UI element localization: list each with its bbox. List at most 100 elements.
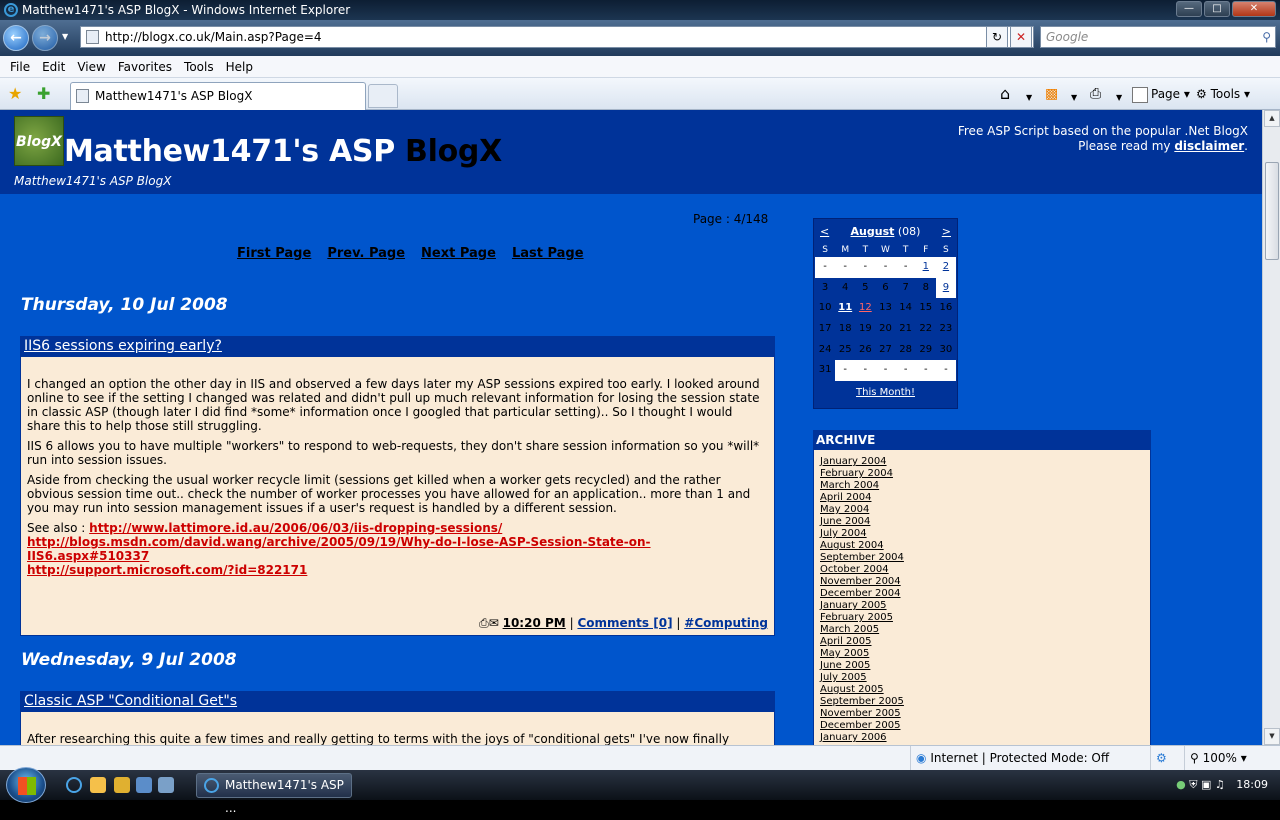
stop-button[interactable]: ✕ [1010,26,1032,48]
print-post-icon[interactable]: ⎙ [479,616,489,630]
post-title-link[interactable]: IIS6 sessions expiring early? [24,338,222,354]
post-time-link[interactable]: 10:20 PM [503,616,566,630]
site-title[interactable]: Matthew1471's ASP BlogX [64,134,502,169]
archive-month-link[interactable]: September 2004 [820,552,904,563]
archive-month-link[interactable]: July 2005 [820,672,867,683]
archive-month-link[interactable]: May 2005 [820,648,869,659]
start-button[interactable] [6,767,46,803]
tools-menu[interactable]: ⚙ Tools ▾ [1196,84,1250,104]
search-icon[interactable]: ⚲ [1262,27,1271,47]
zoom-control[interactable]: ⚲ 100% ▾ [1184,746,1264,770]
forward-button[interactable]: → [32,25,58,51]
scroll-thumb[interactable] [1265,162,1279,260]
prev-page-link[interactable]: Prev. Page [327,246,405,261]
home-icon[interactable]: ⌂ [1000,84,1010,104]
history-dropdown-icon[interactable]: ▼ [62,32,68,41]
rss-feed-icon[interactable]: ▩ [1045,84,1058,104]
user-icon[interactable]: ● [1176,778,1186,791]
archive-month-link[interactable]: February 2004 [820,468,893,479]
prev-month-link[interactable]: < [820,225,829,238]
maximize-button[interactable]: □ [1204,1,1230,17]
last-page-link[interactable]: Last Page [512,246,584,261]
calendar-day[interactable]: 9 [935,277,956,299]
archive-month-link[interactable]: January 2004 [820,456,887,467]
category-link[interactable]: #Computing [684,616,768,630]
reference-link[interactable]: http://support.microsoft.com/?id=822171 [27,563,307,577]
archive-month-link[interactable]: December 2005 [820,720,900,731]
reference-link[interactable]: http://www.lattimore.id.au/2006/06/03/ii… [89,521,502,535]
post-title-link[interactable]: Classic ASP "Conditional Get"s [24,693,237,709]
archive-month-link[interactable]: August 2005 [820,684,884,695]
disclaimer-link[interactable]: disclaimer [1174,139,1244,153]
messenger-quicklaunch-icon[interactable] [90,777,106,793]
scroll-up-button[interactable]: ▲ [1264,110,1280,127]
month-link[interactable]: August [851,225,895,238]
menu-help[interactable]: Help [220,56,259,77]
favorites-star-icon[interactable]: ★ [8,84,22,103]
menu-favorites[interactable]: Favorites [112,56,178,77]
close-button[interactable]: ✕ [1232,1,1276,17]
calendar-day: 31 [818,364,832,376]
calendar-day[interactable]: 1 [915,257,936,278]
archive-month-link[interactable]: November 2005 [820,708,901,719]
refresh-button[interactable]: ↻ [986,26,1008,48]
archive-month-link[interactable]: August 2004 [820,540,884,551]
feed-dropdown-icon[interactable]: ▼ [1071,88,1077,108]
page-menu[interactable]: Page ▾ [1132,84,1190,104]
archive-month-link[interactable]: September 2005 [820,696,904,707]
print-icon[interactable]: ⎙ [1090,84,1101,104]
archive-month-link[interactable]: June 2005 [820,660,870,671]
minimize-button[interactable]: — [1176,1,1202,17]
next-month-link[interactable]: > [942,225,951,238]
address-bar[interactable]: http://blogx.co.uk/Main.asp?Page=4 ▼ [80,26,1034,48]
menu-file[interactable]: File [4,56,36,77]
taskbar-item-ie[interactable]: Matthew1471's ASP ... [196,773,352,815]
email-post-icon[interactable]: ✉ [489,616,499,630]
home-dropdown-icon[interactable]: ▼ [1026,88,1032,108]
menu-view[interactable]: View [71,56,111,77]
clock[interactable]: 18:09 [1236,778,1268,791]
archive-item: December 2005 [820,720,1150,732]
calendar-day[interactable]: 12 [855,298,875,319]
next-page-link[interactable]: Next Page [421,246,496,261]
archive-month-link[interactable]: June 2004 [820,516,870,527]
back-button[interactable]: ← [3,25,29,51]
switch-windows-icon[interactable] [158,777,174,793]
shield-icon[interactable]: ⛨ [1189,778,1197,791]
archive-month-link[interactable]: May 2004 [820,504,869,515]
archive-month-link[interactable]: April 2005 [820,636,871,647]
archive-month-link[interactable]: January 2006 [820,732,887,743]
add-favorite-icon[interactable]: ✚ [37,84,50,103]
first-page-link[interactable]: First Page [237,246,311,261]
archive-month-link[interactable]: February 2005 [820,612,893,623]
comments-link[interactable]: Comments [0] [577,616,672,630]
reference-link[interactable]: http://blogs.msdn.com/david.wang/archive… [27,535,651,563]
calendar-day: 21 [899,323,912,335]
print-dropdown-icon[interactable]: ▼ [1116,88,1122,108]
tab-active[interactable]: Matthew1471's ASP BlogX [70,82,366,110]
protected-mode-icon[interactable]: ⚙ [1150,746,1180,770]
calendar-day[interactable]: 2 [935,257,956,278]
network-icon[interactable]: ▣ [1201,778,1211,791]
archive-month-link[interactable]: April 2004 [820,492,871,503]
archive-month-link[interactable]: December 2004 [820,588,900,599]
archive-month-link[interactable]: November 2004 [820,576,901,587]
menu-edit[interactable]: Edit [36,56,71,77]
ie-quicklaunch-icon[interactable] [66,777,82,793]
calendar-day[interactable]: 11 [835,298,855,319]
menu-tools[interactable]: Tools [178,56,220,77]
this-month-link[interactable]: This Month! [856,387,915,398]
vertical-scrollbar[interactable]: ▲ ▼ [1262,110,1280,745]
archive-month-link[interactable]: October 2004 [820,564,889,575]
archive-month-link[interactable]: January 2005 [820,600,887,611]
security-zone[interactable]: ◉ Internet | Protected Mode: Off [910,746,1150,770]
archive-month-link[interactable]: March 2005 [820,624,879,635]
new-tab-button[interactable] [368,84,398,108]
scroll-down-button[interactable]: ▼ [1264,728,1280,745]
folder-quicklaunch-icon[interactable] [114,777,130,793]
volume-icon[interactable]: ♫ [1215,778,1225,791]
search-input[interactable]: Google ⚲ [1040,26,1276,48]
show-desktop-icon[interactable] [136,777,152,793]
archive-month-link[interactable]: March 2004 [820,480,879,491]
archive-month-link[interactable]: July 2004 [820,528,867,539]
